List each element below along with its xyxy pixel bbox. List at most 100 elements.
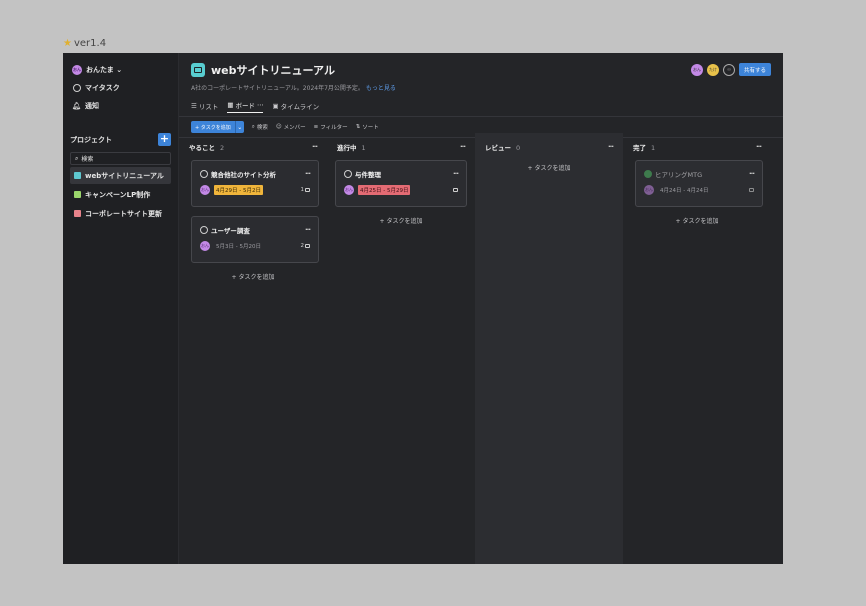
sidebar-item-label: マイタスク (85, 84, 120, 92)
comment-count[interactable] (749, 188, 754, 192)
tab-label: ボード (235, 102, 255, 110)
sidebar: おん おんたま ⌄ マイタスク 🔔︎ 通知 プロジェクト + ⌕ 検索 webサ… (63, 53, 179, 564)
sidebar-item-web-renewal[interactable]: webサイトリニューアル (70, 167, 171, 184)
tab-label: タイムライン (280, 102, 320, 111)
board: やること 2 ··· 競合他社のサイト分析 ··· おん 4月29日 - 5月2日 … (179, 133, 783, 564)
sort-label: ソート (362, 125, 379, 131)
column-title: レビュー (485, 143, 511, 152)
task-card[interactable]: 与件整理 ··· おん 4月25日 - 5月29日 (335, 160, 467, 207)
project-description: A社のコーポレートサイトリニューアル。2024年7月公開予定。 もっと見る (191, 83, 771, 92)
check-circle-icon[interactable] (644, 170, 652, 178)
column-in-progress: 進行中 1 ··· 与件整理 ··· おん 4月25日 - 5月29日 + タスクを… (327, 133, 475, 564)
task-card[interactable]: ヒアリングMTG ··· おん 4月24日 - 4月24日 (635, 160, 763, 207)
more-icon[interactable]: ··· (312, 143, 318, 151)
view-tabs: ☰ リスト ▦ ボード ⋯ ▣ タイムライン (191, 100, 771, 113)
column-count: 1 (651, 143, 656, 152)
project-color-dot (74, 210, 81, 217)
comment-count[interactable] (453, 188, 458, 192)
task-title: 競合他社のサイト分析 (211, 171, 276, 179)
more-icon[interactable]: ··· (305, 226, 311, 234)
comment-icon (305, 244, 310, 248)
share-label: 共有する (743, 67, 766, 74)
app-window: おん おんたま ⌄ マイタスク 🔔︎ 通知 プロジェクト + ⌕ 検索 webサ… (63, 53, 783, 564)
column-title: やること (189, 143, 215, 152)
filter-label: フィルター (320, 125, 348, 131)
sidebar-item-label: webサイトリニューアル (85, 171, 164, 180)
avatar[interactable]: たけ (706, 63, 719, 76)
filter-icon: ≡ (313, 124, 319, 130)
more-icon[interactable]: ··· (749, 170, 755, 178)
more-icon[interactable]: ··· (453, 170, 459, 178)
filter-button[interactable]: ≡ フィルター (314, 123, 348, 131)
user-menu[interactable]: おん おんたま ⌄ (70, 61, 171, 79)
add-task-link[interactable]: + タスクを追加 (331, 216, 471, 225)
sidebar-item-campaign-lp[interactable]: キャンペーンLP制作 (70, 186, 171, 203)
avatar: おん (344, 185, 354, 195)
due-date-badge[interactable]: 4月25日 - 5月29日 (358, 185, 411, 195)
comment-count[interactable]: 1 (300, 187, 310, 193)
task-card[interactable]: 競合他社のサイト分析 ··· おん 4月29日 - 5月2日 1 (191, 160, 319, 207)
task-card[interactable]: ユーザー調査 ··· おん 5月3日 - 5月20日 2 (191, 216, 319, 263)
tab-timeline[interactable]: ▣ タイムライン (272, 100, 319, 113)
comment-number: 1 (300, 187, 305, 193)
more-icon[interactable]: ⋯ (257, 101, 264, 109)
timeline-icon: ▣ (272, 101, 279, 110)
check-circle-icon[interactable] (200, 170, 208, 178)
add-member-icon[interactable]: ⚇ (722, 63, 735, 76)
add-task-link[interactable]: + タスクを追加 (627, 216, 767, 225)
sidebar-item-corporate-site[interactable]: コーポレートサイト更新 (70, 205, 171, 222)
avatar: おん (200, 241, 210, 251)
comment-number: 2 (300, 243, 305, 249)
more-icon[interactable]: ··· (460, 143, 466, 151)
tab-board[interactable]: ▦ ボード ⋯ (227, 100, 264, 113)
list-icon: ☰ (191, 101, 197, 110)
column-todo: やること 2 ··· 競合他社のサイト分析 ··· おん 4月29日 - 5月2日 … (179, 133, 327, 564)
due-date-badge[interactable]: 4月24日 - 4月24日 (658, 185, 710, 195)
search-icon: ⌕ (75, 154, 79, 162)
search-button[interactable]: ⌕ 検索 (251, 123, 268, 132)
sidebar-item-notifications[interactable]: 🔔︎ 通知 (70, 97, 171, 115)
sort-button[interactable]: ⇅ ソート (356, 123, 379, 131)
avatar: おん (72, 65, 82, 75)
more-icon[interactable]: ··· (305, 170, 311, 178)
page-title: webサイトリニューアル (211, 64, 335, 77)
project-color-dot (74, 191, 81, 198)
add-task-link[interactable]: + タスクを追加 (479, 163, 619, 172)
sidebar-item-my-tasks[interactable]: マイタスク (70, 79, 171, 97)
search-icon: ⌕ (251, 123, 255, 130)
search-placeholder: 検索 (81, 156, 94, 163)
column-count: 1 (361, 143, 366, 152)
check-circle-icon[interactable] (200, 226, 208, 234)
add-task-link[interactable]: + タスクを追加 (183, 272, 323, 281)
project-color-dot (74, 172, 81, 179)
members-button[interactable]: ☺ メンバー (276, 123, 306, 131)
add-project-button[interactable]: + (158, 133, 171, 146)
column-header: 完了 1 ··· (627, 133, 767, 160)
avatar: おん (200, 185, 210, 195)
main-area: webサイトリニューアル A社のコーポレートサイトリニューアル。2024年7月公… (179, 53, 783, 564)
due-date-badge[interactable]: 5月3日 - 5月20日 (214, 241, 263, 251)
header-actions: おん たけ ⚇ 共有する (690, 63, 771, 76)
comment-icon (749, 188, 754, 192)
column-header: レビュー 0 ··· (479, 133, 619, 160)
search-input[interactable]: ⌕ 検索 (70, 152, 171, 165)
more-link[interactable]: もっと見る (366, 85, 396, 92)
more-icon[interactable]: ··· (756, 143, 762, 151)
avatar: おん (644, 185, 654, 195)
tab-list[interactable]: ☰ リスト (191, 100, 218, 113)
column-count: 0 (516, 143, 521, 152)
version-label: ★ ver1.4 (63, 38, 106, 49)
check-circle-icon[interactable] (344, 170, 352, 178)
projects-header: プロジェクト + (70, 133, 171, 146)
more-icon[interactable]: ··· (608, 143, 614, 151)
column-header: やること 2 ··· (183, 133, 323, 160)
avatar[interactable]: おん (690, 63, 703, 76)
monitor-icon (191, 63, 205, 77)
comment-count[interactable]: 2 (300, 243, 310, 249)
column-count: 2 (220, 143, 225, 152)
chevron-down-icon[interactable]: ⌄ (234, 121, 244, 133)
due-date-badge[interactable]: 4月29日 - 5月2日 (214, 185, 263, 195)
share-button[interactable]: 共有する (738, 63, 771, 76)
column-done: 完了 1 ··· ヒアリングMTG ··· おん 4月24日 - 4月24日 + タ… (623, 133, 771, 564)
add-task-button[interactable]: + タスクを追加 ⌄ (191, 121, 244, 133)
